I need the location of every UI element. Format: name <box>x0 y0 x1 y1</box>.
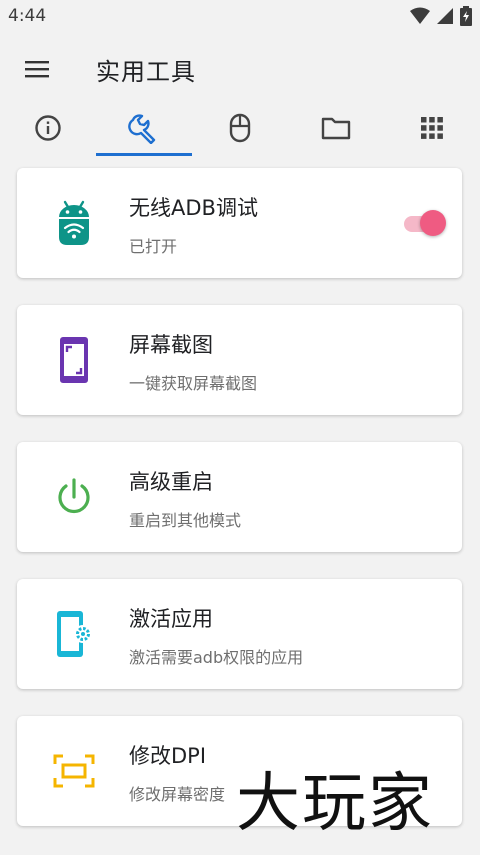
status-bar: 4:44 <box>0 0 480 34</box>
card-subtitle: 重启到其他模式 <box>129 511 242 530</box>
app-bar: 实用工具 <box>0 34 480 104</box>
card-icon <box>51 748 97 794</box>
grid-icon <box>421 117 443 139</box>
toggle-thumb <box>420 210 446 236</box>
tab-mouse[interactable] <box>192 104 288 152</box>
tab-files[interactable] <box>288 104 384 152</box>
tab-tools[interactable] <box>96 104 192 152</box>
tab-bar <box>0 104 480 156</box>
card-subtitle: 一键获取屏幕截图 <box>129 374 258 393</box>
card-title: 高级重启 <box>129 470 213 494</box>
phone-settings-icon <box>57 611 92 657</box>
status-icons <box>410 6 472 26</box>
card-icon <box>51 337 97 383</box>
wrench-icon <box>128 114 156 144</box>
dpi-frame-icon <box>53 754 95 788</box>
card-advanced-reboot[interactable]: 高级重启 重启到其他模式 <box>17 442 462 552</box>
watermark: 大玩家 <box>236 767 434 841</box>
card-icon <box>51 611 97 657</box>
card-title: 修改DPI <box>129 744 207 768</box>
menu-button[interactable] <box>14 48 60 90</box>
card-title: 屏幕截图 <box>129 333 213 357</box>
card-activate-apps[interactable]: 激活应用 激活需要adb权限的应用 <box>17 579 462 689</box>
menu-icon <box>25 61 49 78</box>
mouse-icon <box>229 113 251 143</box>
battery-icon <box>460 6 472 26</box>
status-time: 4:44 <box>8 6 47 26</box>
screenshot-icon <box>60 337 88 383</box>
card-subtitle: 激活需要adb权限的应用 <box>129 648 304 667</box>
card-screenshot[interactable]: 屏幕截图 一键获取屏幕截图 <box>17 305 462 415</box>
android-wifi-icon <box>59 200 89 245</box>
card-wireless-adb[interactable]: 无线ADB调试 已打开 <box>17 168 462 278</box>
card-title: 激活应用 <box>129 607 213 631</box>
info-icon <box>35 115 61 141</box>
wifi-icon <box>410 7 430 24</box>
card-icon <box>51 200 97 246</box>
power-icon <box>58 478 90 514</box>
tab-info[interactable] <box>0 104 96 152</box>
card-icon <box>51 474 97 520</box>
folder-icon <box>321 117 351 140</box>
card-subtitle: 已打开 <box>129 237 178 256</box>
wireless-adb-toggle[interactable] <box>402 210 446 236</box>
page-title: 实用工具 <box>96 58 196 86</box>
signal-icon <box>437 8 453 24</box>
card-title: 无线ADB调试 <box>129 196 258 220</box>
tab-indicator <box>96 153 192 156</box>
tab-apps[interactable] <box>384 104 480 152</box>
card-subtitle: 修改屏幕密度 <box>129 785 226 804</box>
